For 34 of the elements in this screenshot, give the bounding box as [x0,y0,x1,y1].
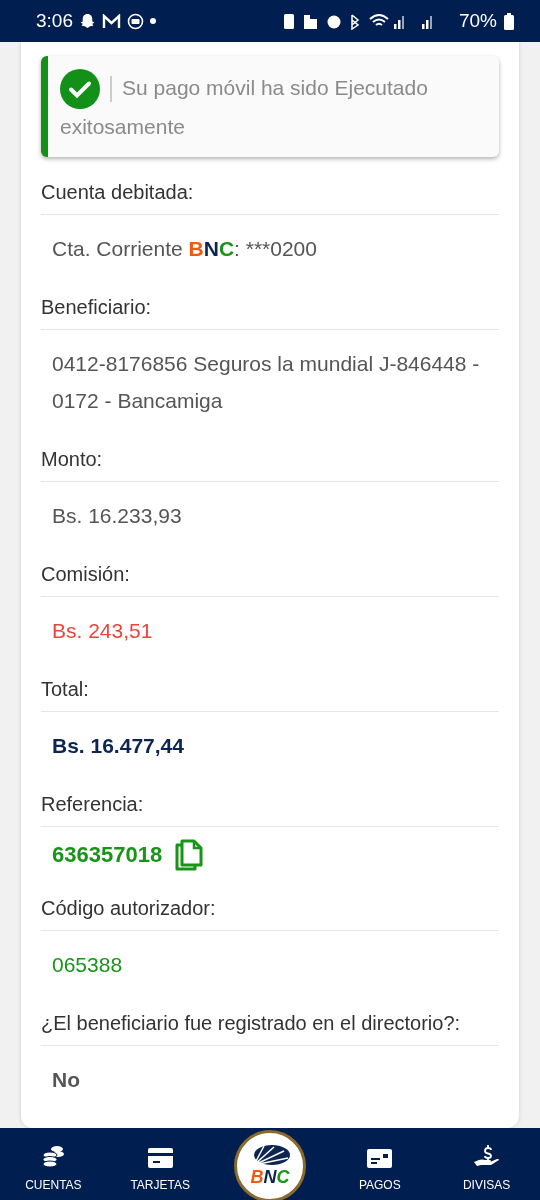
copy-icon[interactable] [174,839,205,871]
field-value: Cta. Corriente BNC: ***0200 [51,236,318,262]
field-value: Bs. 243,51 [51,618,154,644]
field-label: Comisión: [41,551,499,597]
mail-icon [102,13,121,29]
clock: 3:06 [36,10,73,32]
nav-tab[interactable]: DIVISAS [436,1128,537,1200]
field-label: Código autorizador: [41,885,499,931]
reference-number: 636357018 [52,842,163,868]
nav-tab[interactable]: PAGOS [329,1128,430,1200]
battery-percentage: 70% [458,10,497,32]
dot-icon [150,18,156,24]
bill-icon [367,1149,393,1168]
field-label: Cuenta debitada: [41,169,499,215]
success-alert: Su pago móvil ha sido Ejecutado exitosamente [41,56,499,157]
field-label: Beneficiario: [41,284,499,330]
field-label: ¿El beneficiario fue registrado en el directorio?: [41,1000,499,1046]
field-value: 065388 [51,952,124,978]
hand-dollar-icon [473,1144,500,1168]
bnc-logo-button[interactable]: BNC [234,1130,306,1200]
coins-icon [41,1144,66,1168]
field-label: Monto: [41,436,499,482]
credit-card-icon [147,1148,173,1168]
nav-tab[interactable]: CUENTAS [3,1128,104,1200]
battery-icon [504,12,514,30]
app-icon [127,12,144,30]
field-value: Bs. 16.477,44 [51,733,185,759]
checkmark-icon [60,69,100,109]
field-value: 0412-8176856 Seguros la mundial J-846448 - 0172 - Bancamiga [51,351,481,414]
field-label: Referencia: [41,781,499,827]
nav-tab[interactable]: TARJETAS [110,1128,211,1200]
field-value: No [51,1067,81,1093]
field-value: Bs. 16.233,93 [51,503,183,529]
field-label: Total: [41,666,499,712]
